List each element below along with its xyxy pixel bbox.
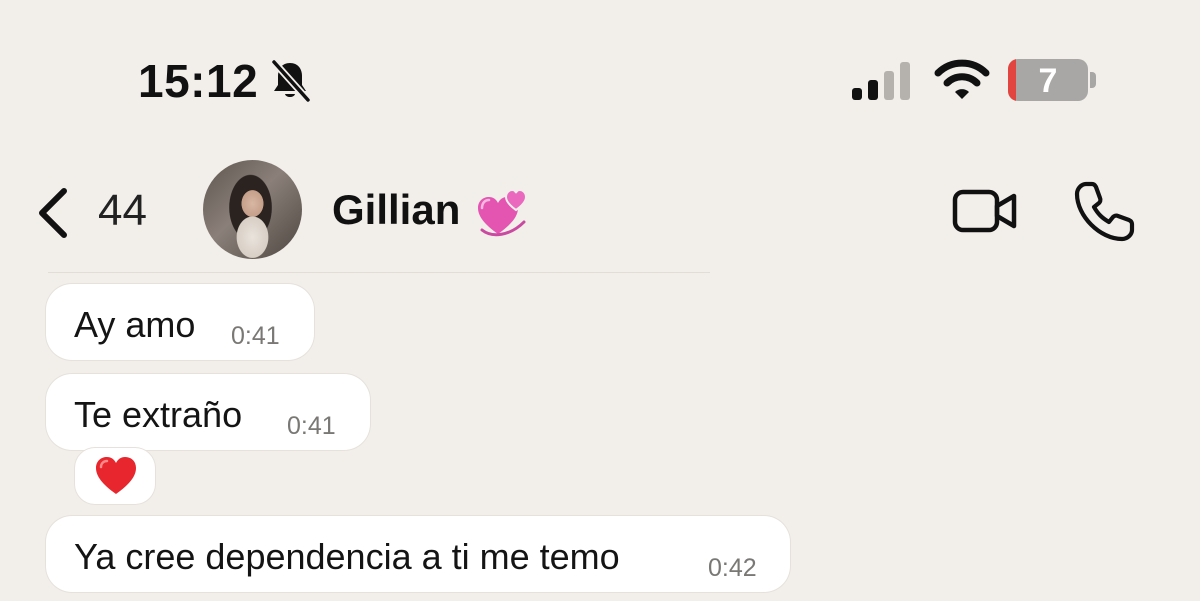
wifi-icon <box>934 59 990 99</box>
bell-slash-icon <box>271 59 311 102</box>
message-bubble[interactable]: Ay amo 0:41 <box>46 284 314 360</box>
unread-count[interactable]: 44 <box>98 186 147 236</box>
avatar[interactable] <box>203 160 302 259</box>
contact-name[interactable]: Gillian <box>332 186 460 234</box>
message-bubble[interactable]: Te extraño 0:41 <box>46 374 370 450</box>
battery-level-text: 7 <box>1038 62 1058 100</box>
message-time: 0:42 <box>708 554 757 582</box>
battery-nub <box>1090 72 1096 88</box>
message-bubble[interactable]: Ya cree dependencia a ti me temo 0:42 <box>46 516 790 592</box>
video-call-icon[interactable] <box>952 188 1018 234</box>
red-heart-icon <box>96 457 136 494</box>
message-text: Ya cree dependencia a ti me temo <box>74 536 620 577</box>
message-text: Ay amo <box>74 304 196 345</box>
back-chevron-icon[interactable] <box>32 186 72 240</box>
phone-call-icon[interactable] <box>1072 180 1136 244</box>
header-divider <box>48 272 710 273</box>
status-time: 15:12 <box>138 55 259 107</box>
message-time: 0:41 <box>287 412 336 440</box>
signal-icon <box>852 62 910 100</box>
message-text: Te extraño <box>74 394 243 435</box>
revolving-hearts-icon <box>478 188 528 237</box>
battery-icon: 7 <box>1008 59 1088 101</box>
message-reaction[interactable] <box>75 448 155 504</box>
message-time: 0:41 <box>231 322 280 350</box>
